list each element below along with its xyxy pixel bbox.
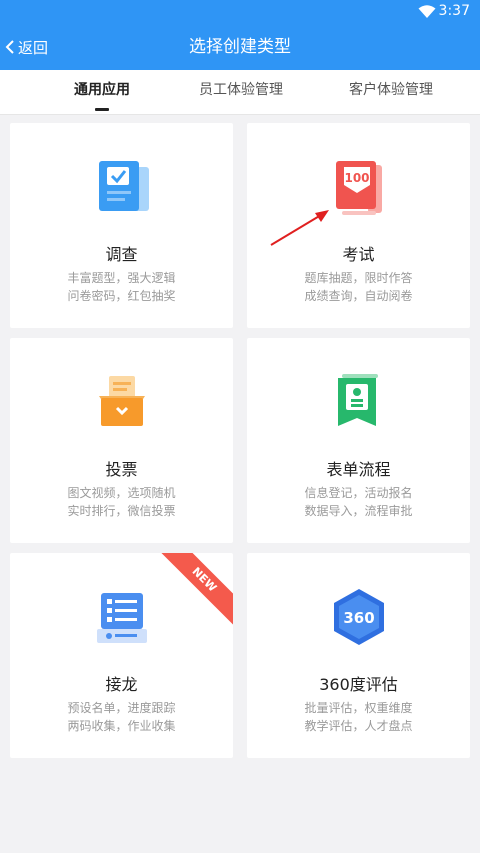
active-tab-indicator: [95, 108, 109, 111]
icon-360-text: 360: [343, 609, 374, 627]
ballot-box-icon: [98, 376, 145, 426]
card-title: 接龙: [105, 675, 138, 694]
card-title: 表单流程: [326, 460, 391, 479]
card-desc-line: 实时排行，微信投票: [67, 504, 176, 518]
tab-employee[interactable]: 员工体验管理: [186, 70, 296, 114]
card-description: 丰富题型，强大逻辑 问卷密码，红包抽奖: [10, 269, 233, 305]
page-title: 选择创建类型: [189, 37, 291, 57]
card-desc-line: 题库抽题，限时作答: [304, 271, 413, 285]
relay-list-icon: [96, 593, 147, 643]
card-desc-line: 丰富题型，强大逻辑: [67, 271, 176, 285]
card-desc-line: 教学评估，人才盘点: [304, 719, 413, 733]
tab-customer[interactable]: 客户体验管理: [326, 70, 456, 114]
survey-icon: [98, 161, 149, 211]
card-desc-line: 预设名单，进度跟踪: [67, 701, 176, 715]
card-desc-line: 信息登记，活动报名: [304, 486, 413, 500]
hexagon-360-icon: 360: [333, 589, 384, 645]
card-title: 调查: [105, 245, 138, 264]
card-desc-line: 成绩查询，自动阅卷: [304, 289, 413, 303]
card-description: 批量评估，权重维度 教学评估，人才盘点: [247, 699, 470, 735]
tab-label: 员工体验管理: [199, 82, 283, 98]
card-form-process[interactable]: 表单流程 信息登记，活动报名 数据导入，流程审批: [247, 338, 470, 543]
app-bar: 返回 选择创建类型: [0, 24, 480, 70]
card-desc-line: 问卷密码，红包抽奖: [67, 289, 176, 303]
card-description: 预设名单，进度跟踪 两码收集，作业收集: [10, 699, 233, 735]
card-vote[interactable]: 投票 图文视频，选项随机 实时排行，微信投票: [10, 338, 233, 543]
card-survey[interactable]: 调查 丰富题型，强大逻辑 问卷密码，红包抽奖: [10, 123, 233, 328]
card-title: 投票: [105, 460, 138, 479]
tab-label: 客户体验管理: [349, 82, 433, 98]
status-time: 3:37: [438, 3, 470, 19]
card-description: 信息登记，活动报名 数据导入，流程审批: [247, 484, 470, 520]
card-description: 图文视频，选项随机 实时排行，微信投票: [10, 484, 233, 520]
card-desc-line: 数据导入，流程审批: [304, 504, 413, 518]
svg-text:100: 100: [344, 171, 369, 185]
card-title: 360度评估: [319, 675, 398, 694]
form-badge-icon: [337, 374, 378, 426]
status-bar: 3:37: [0, 0, 480, 24]
tab-general[interactable]: 通用应用: [58, 70, 146, 114]
card-desc-line: 批量评估，权重维度: [304, 701, 413, 715]
wifi-icon: [418, 5, 436, 18]
card-desc-line: 图文视频，选项随机: [67, 486, 176, 500]
annotation-arrow: [270, 210, 329, 246]
tab-bar: 通用应用 员工体验管理 客户体验管理: [0, 70, 480, 115]
card-360-evaluation[interactable]: 360 360度评估 批量评估，权重维度 教学评估，人才盘点: [247, 553, 470, 758]
card-relay[interactable]: NEW 接龙 预设名单，进度跟踪 两码收集，作业收集: [10, 553, 233, 758]
tab-label: 通用应用: [74, 82, 130, 98]
new-badge: NEW: [157, 553, 233, 627]
card-description: 题库抽题，限时作答 成绩查询，自动阅卷: [247, 269, 470, 305]
card-desc-line: 两码收集，作业收集: [67, 719, 176, 733]
